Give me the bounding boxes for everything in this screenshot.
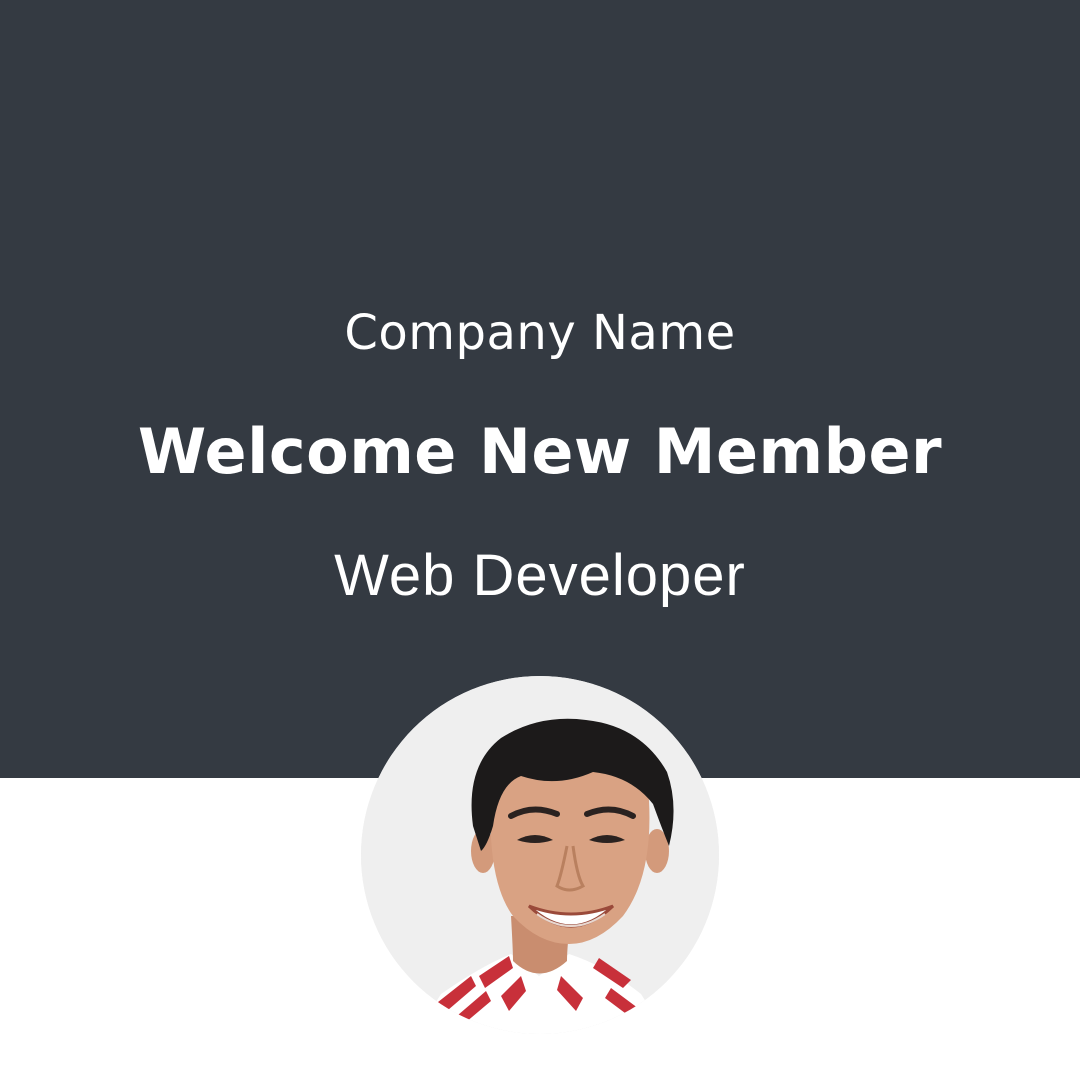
company-name: Company Name [344, 305, 736, 361]
header-banner [0, 0, 1080, 778]
member-photo [361, 676, 719, 1034]
member-role: Web Developer [334, 543, 746, 608]
welcome-headline: Welcome New Member [137, 415, 943, 488]
member-portrait-photo [361, 676, 719, 1034]
